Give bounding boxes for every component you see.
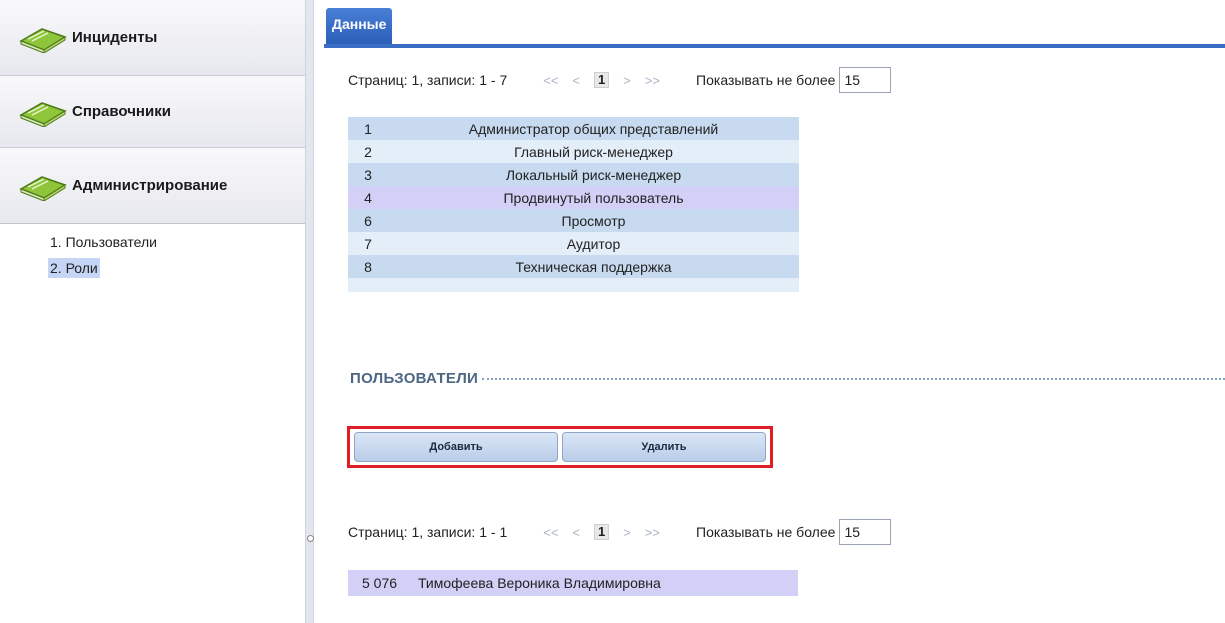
sidebar: Инциденты Справочники Администрирование …	[0, 0, 305, 623]
role-id-cell: 6	[364, 212, 372, 229]
book-icon	[19, 175, 67, 201]
users-section-header: ПОЛЬЗОВАТЕЛИ	[350, 370, 1225, 387]
book-icon	[19, 27, 67, 53]
pager-next-button[interactable]: >	[623, 73, 631, 88]
page-size-label: Показывать не более	[696, 72, 836, 88]
table-row[interactable]: 6 Просмотр	[348, 209, 799, 232]
accordion-references[interactable]: Справочники	[0, 76, 305, 148]
user-id: 5 076	[362, 575, 398, 591]
role-id-cell: 1	[364, 120, 372, 137]
main-panel: Данные Страниц: 1, записи: 1 - 7 << < 1 …	[314, 0, 1225, 623]
role-name-cell: Просмотр	[561, 212, 626, 229]
book-icon	[19, 101, 67, 127]
role-name-cell: Локальный риск-менеджер	[505, 166, 682, 183]
role-id-cell: 3	[364, 166, 372, 183]
table-row[interactable]: 1 Администратор общих представлений	[348, 117, 799, 140]
page-size-label: Показывать не более	[696, 524, 836, 540]
panel-splitter[interactable]	[305, 0, 314, 623]
pager-prev-button[interactable]: <	[572, 525, 580, 540]
table-padding-cell	[348, 278, 799, 292]
page-size-input[interactable]	[839, 519, 892, 545]
section-divider	[482, 377, 1225, 380]
pager-prev-button[interactable]: <	[572, 73, 580, 88]
accordion-incidents[interactable]: Инциденты	[0, 0, 305, 76]
pager-last-button[interactable]: >>	[645, 73, 660, 88]
pager-first-button[interactable]: <<	[543, 73, 558, 88]
table-padding-row	[348, 278, 799, 292]
user-row[interactable]: 5 076 Тимофеева Вероника Владимировна	[348, 570, 798, 596]
add-button[interactable]: Добавить	[354, 432, 558, 462]
role-id-cell: 8	[364, 258, 372, 275]
accordion-label: Справочники	[72, 103, 171, 120]
section-title: ПОЛЬЗОВАТЕЛИ	[350, 370, 479, 387]
roles-table: 1 Администратор общих представлений 2 Главн…	[348, 117, 799, 292]
role-id-cell: 2	[364, 143, 372, 160]
tab-data[interactable]: Данные	[326, 8, 393, 44]
user-actions-group: Добавить Удалить	[347, 426, 773, 468]
pager-first-button[interactable]: <<	[543, 525, 558, 540]
submenu-item-users[interactable]: 1. Пользователи	[48, 232, 159, 252]
accordion-label: Администрирование	[72, 177, 228, 194]
role-name-cell: Аудитор	[566, 235, 621, 252]
table-row[interactable]: 3 Локальный риск-менеджер	[348, 163, 799, 186]
role-name-cell: Техническая поддержка	[515, 258, 672, 275]
pager-summary: Страниц: 1, записи: 1 - 7	[348, 72, 508, 88]
role-name-cell: Главный риск-менеджер	[514, 143, 673, 160]
user-name: Тимофеева Вероника Владимировна	[418, 575, 661, 591]
submenu-item-roles[interactable]: 2. Роли	[48, 258, 100, 278]
collapse-handle-icon[interactable]	[307, 535, 314, 542]
table-row[interactable]: 7 Аудитор	[348, 232, 799, 255]
role-name-cell: Администратор общих представлений	[468, 120, 719, 137]
pager-last-button[interactable]: >>	[645, 525, 660, 540]
role-id-cell: 4	[364, 189, 372, 206]
role-name-cell: Продвинутый пользователь	[503, 189, 684, 206]
users-pager: Страниц: 1, записи: 1 - 1 << < 1 > >> По…	[348, 516, 892, 548]
tab-bar: Данные	[324, 8, 1225, 48]
pager-current-page[interactable]: 1	[594, 524, 610, 540]
table-row[interactable]: 4 Продвинутый пользователь	[348, 186, 799, 209]
role-id-cell: 7	[364, 235, 372, 252]
roles-pager: Страниц: 1, записи: 1 - 7 << < 1 > >> По…	[348, 64, 892, 96]
accordion-label: Инциденты	[72, 29, 158, 46]
admin-submenu: 1. Пользователи 2. Роли	[0, 224, 305, 284]
pager-next-button[interactable]: >	[623, 525, 631, 540]
accordion-administration[interactable]: Администрирование	[0, 148, 305, 224]
pager-summary: Страниц: 1, записи: 1 - 1	[348, 524, 508, 540]
table-row[interactable]: 8 Техническая поддержка	[348, 255, 799, 278]
page-size-input[interactable]	[839, 67, 892, 93]
delete-button[interactable]: Удалить	[562, 432, 766, 462]
table-row[interactable]: 2 Главный риск-менеджер	[348, 140, 799, 163]
pager-current-page[interactable]: 1	[594, 72, 610, 88]
